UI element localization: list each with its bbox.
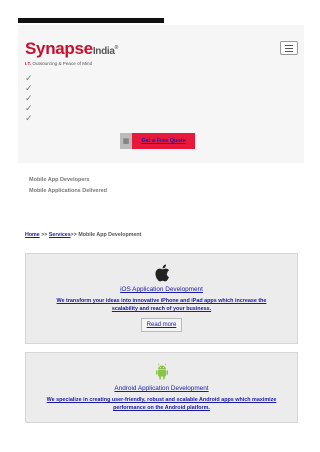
ios-service-description[interactable]: We transform your ideas into innovative … xyxy=(44,297,279,313)
checkmark-icon: ✓ xyxy=(25,93,33,103)
checklist: ✓ ✓ ✓ ✓ ✓ xyxy=(25,73,33,123)
breadcrumb-separator: >> xyxy=(41,232,48,238)
site-header: SynapseIndia® I.T. Outsourcing & Peace o… xyxy=(18,25,304,163)
menu-line-icon xyxy=(285,51,293,52)
free-quote-label: Get a Free Quote xyxy=(141,138,186,144)
breadcrumb-services-link[interactable]: Services xyxy=(49,232,71,238)
side-links: Mobile App Developers Mobile Application… xyxy=(29,176,107,198)
ios-service-card: iOS Application Development We transform… xyxy=(25,253,298,344)
logo-tagline: I.T. Outsourcing & Peace of Mind xyxy=(25,61,93,66)
android-service-description[interactable]: We specialize in creating user-friendly,… xyxy=(44,396,279,412)
checkmark-icon: ✓ xyxy=(25,73,33,83)
synapseindia-logo[interactable]: SynapseIndia® I.T. Outsourcing & Peace o… xyxy=(25,40,118,66)
checkmark-icon: ✓ xyxy=(25,103,33,113)
logo-wordmark: SynapseIndia® xyxy=(25,39,119,58)
side-link[interactable]: Mobile App Developers xyxy=(29,176,107,184)
quote-image-icon: ▦ xyxy=(120,133,132,149)
top-bar xyxy=(18,18,164,23)
checkmark-icon: ✓ xyxy=(25,113,33,123)
breadcrumb-home-link[interactable]: Home xyxy=(25,232,40,238)
breadcrumb-current: Mobile App Development xyxy=(78,232,142,238)
ios-service-title[interactable]: iOS Application Development xyxy=(26,286,297,293)
menu-line-icon xyxy=(285,45,293,46)
breadcrumb: Home >> Services>> Mobile App Developmen… xyxy=(25,232,141,238)
menu-line-icon xyxy=(285,48,293,49)
checkmark-icon: ✓ xyxy=(25,83,33,93)
read-more-button[interactable]: Read more xyxy=(140,318,183,332)
breadcrumb-separator: >> xyxy=(70,232,77,238)
android-icon xyxy=(154,363,170,381)
hamburger-menu-button[interactable] xyxy=(280,41,298,55)
side-link[interactable]: Mobile Applications Delivered xyxy=(29,187,107,195)
free-quote-button[interactable]: ▦ Get a Free Quote xyxy=(120,133,195,149)
android-service-title[interactable]: Android Application Development xyxy=(26,385,297,392)
apple-icon xyxy=(154,264,170,282)
android-service-card: Android Application Development We speci… xyxy=(25,352,298,423)
